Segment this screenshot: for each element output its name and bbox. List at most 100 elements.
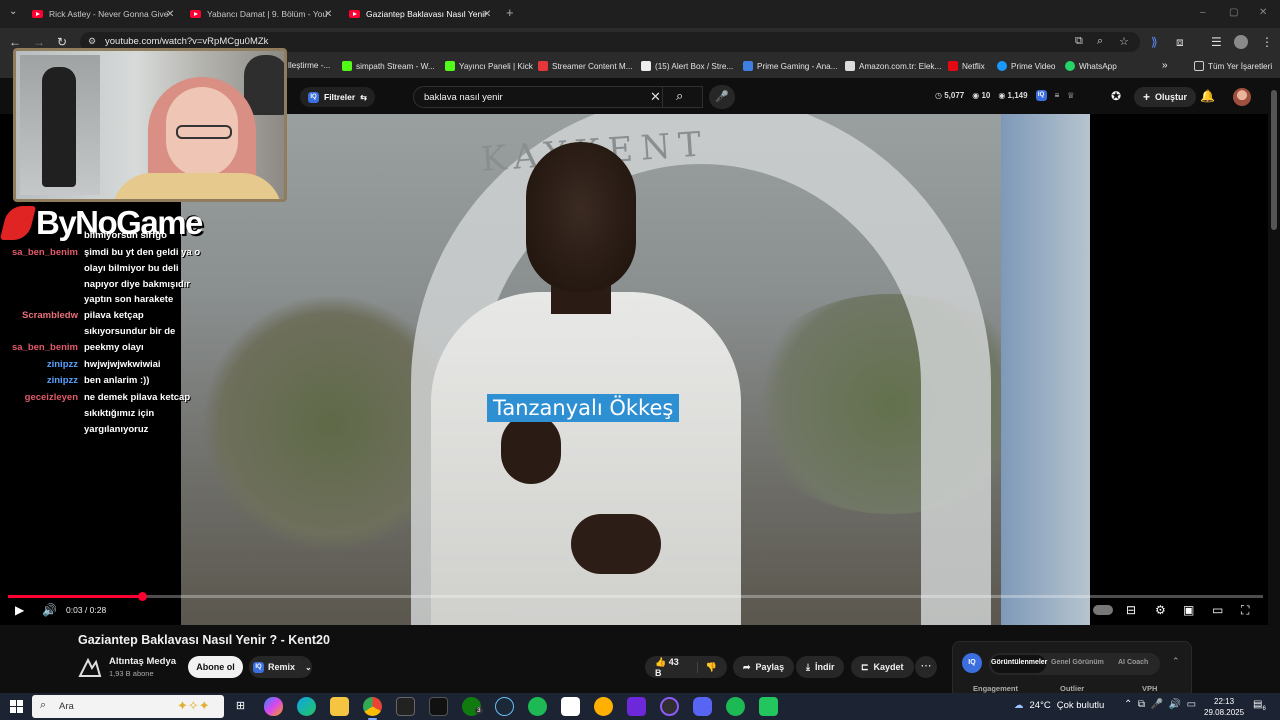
account-avatar[interactable] [1233, 88, 1251, 106]
collapse-icon[interactable]: ⌃ [1172, 656, 1180, 667]
zoom-icon[interactable]: ⌕ [1097, 35, 1103, 48]
amazon-games-icon[interactable] [429, 697, 448, 716]
profile-avatar[interactable] [1234, 35, 1248, 49]
bookmark-item[interactable]: WhatsApp [1065, 61, 1117, 71]
fullscreen-icon[interactable]: ⛶ [1241, 603, 1249, 618]
video-progress-bar[interactable] [8, 592, 1263, 601]
notifications-icon[interactable]: ▤6 [1253, 699, 1266, 712]
tab-overview[interactable]: Genel Görünüm [1051, 659, 1104, 666]
autoplay-toggle[interactable] [1093, 605, 1113, 615]
bookmark-item[interactable]: (15) Alert Box / Stre... [641, 61, 733, 71]
miniplayer-icon[interactable]: ▣ [1183, 603, 1194, 617]
more-actions-icon[interactable]: ⋯ [915, 656, 937, 678]
close-tab-icon[interactable]: ✕ [324, 9, 332, 20]
install-icon[interactable]: ⧉ [1075, 35, 1083, 48]
chart-icon[interactable]: ≡ [1055, 91, 1060, 100]
bookmark-item[interactable]: Amazon.com.tr: Elek... [845, 61, 941, 71]
close-window-icon[interactable]: ✕ [1259, 7, 1267, 18]
channel-logo[interactable] [78, 656, 102, 678]
app-icon[interactable] [759, 697, 778, 716]
minimize-icon[interactable]: – [1200, 7, 1206, 18]
clear-search-icon[interactable]: ✕ [650, 89, 661, 105]
bookmark-item[interactable]: Prime Video [997, 61, 1055, 71]
file-explorer-icon[interactable] [330, 697, 349, 716]
browser-tab-2[interactable]: Yabancı Damat | 9. Bölüm - You ✕ [190, 4, 332, 24]
browser-tab-1[interactable]: Rick Astley - Never Gonna Give ✕ [32, 4, 174, 24]
save-button[interactable]: ⊏ Kaydet [851, 656, 914, 678]
search-input[interactable]: baklava nasıl yenir ✕ [413, 86, 703, 108]
tab-views[interactable]: Görüntülenmeler [991, 659, 1047, 666]
browser-tab-3-active[interactable]: Gaziantep Baklavası Nasıl Yenir ✕ [349, 4, 491, 24]
iq-icon[interactable]: IQ [1035, 90, 1047, 101]
site-info-icon[interactable]: ⚙ [88, 36, 96, 47]
column-engagement: Engagement [973, 684, 1019, 693]
bookmark-star-icon[interactable]: ☆ [1119, 35, 1129, 48]
epic-games-icon[interactable] [396, 697, 415, 716]
reload-icon[interactable]: ↻ [57, 35, 67, 49]
progress-played [8, 595, 143, 598]
tab-ai-coach[interactable]: AI Coach [1118, 659, 1148, 666]
forward-icon[interactable]: → [33, 35, 45, 49]
trophy-icon[interactable]: ♕ [1067, 91, 1074, 100]
filters-label: Filtreler [324, 92, 356, 102]
capcut-icon[interactable] [561, 697, 580, 716]
weather-widget[interactable]: ☁ 24°C Çok bulutlu [1014, 700, 1104, 711]
iq-stats-bar: ◷ 5,077 ◉ 10 ◉ 1,149 IQ ≡ ♕ [935, 90, 1074, 101]
create-button[interactable]: + Oluştur [1134, 87, 1197, 107]
background-object [244, 55, 284, 115]
bookmark-item[interactable]: Yayıncı Paneli | Kick [445, 61, 533, 71]
copilot-icon[interactable] [264, 697, 283, 716]
back-icon[interactable]: ← [9, 35, 21, 49]
theater-mode-icon[interactable]: ▭ [1212, 603, 1223, 617]
studio-icon[interactable]: ✪ [1111, 89, 1121, 103]
share-button[interactable]: ➦ Paylaş [733, 656, 795, 678]
extensions-puzzle-icon[interactable]: ⧈ [1176, 35, 1184, 50]
play-icon[interactable]: ▶ [15, 603, 24, 617]
channel-name[interactable]: Altıntaş Medya [109, 656, 176, 667]
subtitles-icon[interactable]: ⊟ [1126, 603, 1136, 617]
new-tab-icon[interactable]: + [506, 5, 514, 20]
spotify-icon[interactable] [528, 697, 547, 716]
steam-icon[interactable] [495, 697, 514, 716]
obs-icon[interactable] [660, 697, 679, 716]
clock[interactable]: 22:13 29.08.2025 [1204, 696, 1244, 718]
discord-icon[interactable] [693, 697, 712, 716]
extension-iq-icon[interactable]: ⟫ [1151, 35, 1158, 49]
close-tab-icon[interactable]: ✕ [166, 9, 174, 20]
netflix-icon [948, 61, 958, 71]
more-bookmarks-icon[interactable]: » [1162, 60, 1168, 71]
page-scrollbar[interactable] [1271, 90, 1277, 230]
bookmark-item[interactable]: simpath Stream - W... [342, 61, 435, 71]
search-button[interactable]: ⌕ [662, 86, 702, 108]
taskbar-search[interactable]: ⌕ Ara ✦✧✦ [32, 695, 224, 718]
maximize-icon[interactable]: ▢ [1229, 7, 1238, 18]
tab-search-icon[interactable]: ☰ [1211, 35, 1222, 49]
like-button[interactable]: 👍 43 B [655, 657, 684, 678]
app-icon[interactable] [627, 697, 646, 716]
close-tab-icon[interactable]: ✕ [483, 9, 491, 20]
start-windows-icon[interactable] [10, 700, 23, 713]
dislike-button[interactable]: 👎 [696, 661, 717, 673]
voice-search-mic-icon[interactable]: 🎤 [709, 85, 735, 109]
volume-icon[interactable]: 🔊 [42, 603, 57, 617]
remix-button[interactable]: IQ Remix ⌄ [249, 656, 312, 678]
all-bookmarks-folder[interactable]: Tüm Yer İşaretleri [1194, 61, 1272, 71]
chrome-icon[interactable] [363, 697, 382, 720]
browser-menu-icon[interactable]: ⋮ [1261, 35, 1273, 49]
tab-list-chevron-icon[interactable]: ⌄ [9, 6, 17, 17]
filters-button[interactable]: IQ Filtreler ⇆ [300, 87, 375, 107]
edge-icon[interactable] [297, 697, 316, 716]
spotify-icon[interactable] [726, 697, 745, 716]
subscribe-button[interactable]: Abone ol [188, 656, 243, 678]
task-view-icon[interactable]: ⊞ [231, 697, 250, 716]
video-frame[interactable]: KAYKENT Tanzanyalı Ökkeş [181, 114, 1090, 625]
notifications-bell-icon[interactable]: 🔔 [1200, 89, 1215, 103]
system-tray-icons[interactable]: ⌃ ⧉ 🎤 🔊 ▭ [1124, 699, 1196, 710]
bookmark-item[interactable]: Streamer Content M... [538, 61, 633, 71]
app-icon[interactable] [594, 697, 613, 716]
bookmark-item[interactable]: lleştirme -... [288, 61, 330, 70]
settings-gear-icon[interactable]: ⚙ [1155, 603, 1166, 617]
bookmark-item[interactable]: Prime Gaming - Ana... [743, 61, 838, 71]
download-button[interactable]: ⤓ İndir [796, 656, 845, 678]
bookmark-item[interactable]: Netflix [948, 61, 985, 71]
